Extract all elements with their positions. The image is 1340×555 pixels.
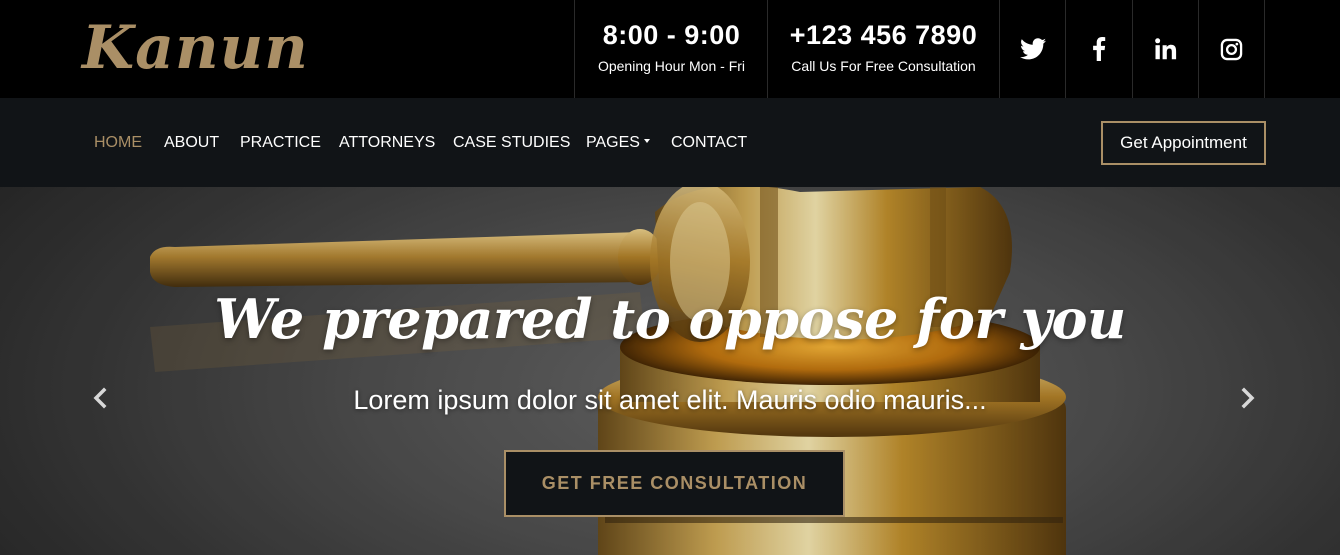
linkedin-icon bbox=[1155, 38, 1177, 60]
main-nav: HOME ABOUT PRACTICE ATTORNEYS CASE STUDI… bbox=[0, 98, 1340, 187]
nav-item-about[interactable]: ABOUT bbox=[164, 134, 219, 152]
get-appointment-button[interactable]: Get Appointment bbox=[1101, 121, 1266, 165]
facebook-link[interactable] bbox=[1065, 0, 1132, 98]
twitter-icon bbox=[1020, 38, 1046, 60]
opening-hours: 8:00 - 9:00 Opening Hour Mon - Fri bbox=[574, 0, 768, 98]
hero-title: We prepared to oppose for you bbox=[214, 287, 1126, 351]
nav-item-pages-label: PAGES bbox=[586, 134, 640, 151]
free-consultation-button[interactable]: GET FREE CONSULTATION bbox=[504, 450, 845, 517]
nav-item-attorneys[interactable]: ATTORNEYS bbox=[339, 134, 435, 152]
facebook-icon bbox=[1093, 37, 1106, 61]
hero-slider: We prepared to oppose for you Lorem ipsu… bbox=[0, 187, 1340, 555]
nav-item-case-studies[interactable]: CASE STUDIES bbox=[453, 134, 570, 152]
instagram-link[interactable] bbox=[1198, 0, 1265, 98]
top-bar: Kanun 8:00 - 9:00 Opening Hour Mon - Fri… bbox=[0, 0, 1340, 98]
phone-number[interactable]: +123 456 7890 bbox=[768, 22, 999, 49]
opening-hours-label: Opening Hour Mon - Fri bbox=[597, 58, 746, 74]
phone-contact: +123 456 7890 Call Us For Free Consultat… bbox=[767, 0, 999, 98]
caret-down-icon bbox=[643, 138, 650, 143]
nav-item-pages[interactable]: PAGES bbox=[586, 134, 650, 152]
brand-logo[interactable]: Kanun bbox=[82, 10, 309, 86]
nav-item-contact[interactable]: CONTACT bbox=[671, 134, 747, 152]
instagram-icon bbox=[1220, 38, 1243, 60]
hero-subtitle: Lorem ipsum dolor sit amet elit. Mauris … bbox=[353, 385, 987, 415]
nav-item-practice[interactable]: PRACTICE bbox=[240, 134, 321, 152]
phone-label: Call Us For Free Consultation bbox=[791, 58, 976, 74]
twitter-link[interactable] bbox=[999, 0, 1066, 98]
nav-item-home[interactable]: HOME bbox=[94, 134, 142, 152]
linkedin-link[interactable] bbox=[1132, 0, 1199, 98]
opening-hours-time: 8:00 - 9:00 bbox=[602, 20, 741, 50]
